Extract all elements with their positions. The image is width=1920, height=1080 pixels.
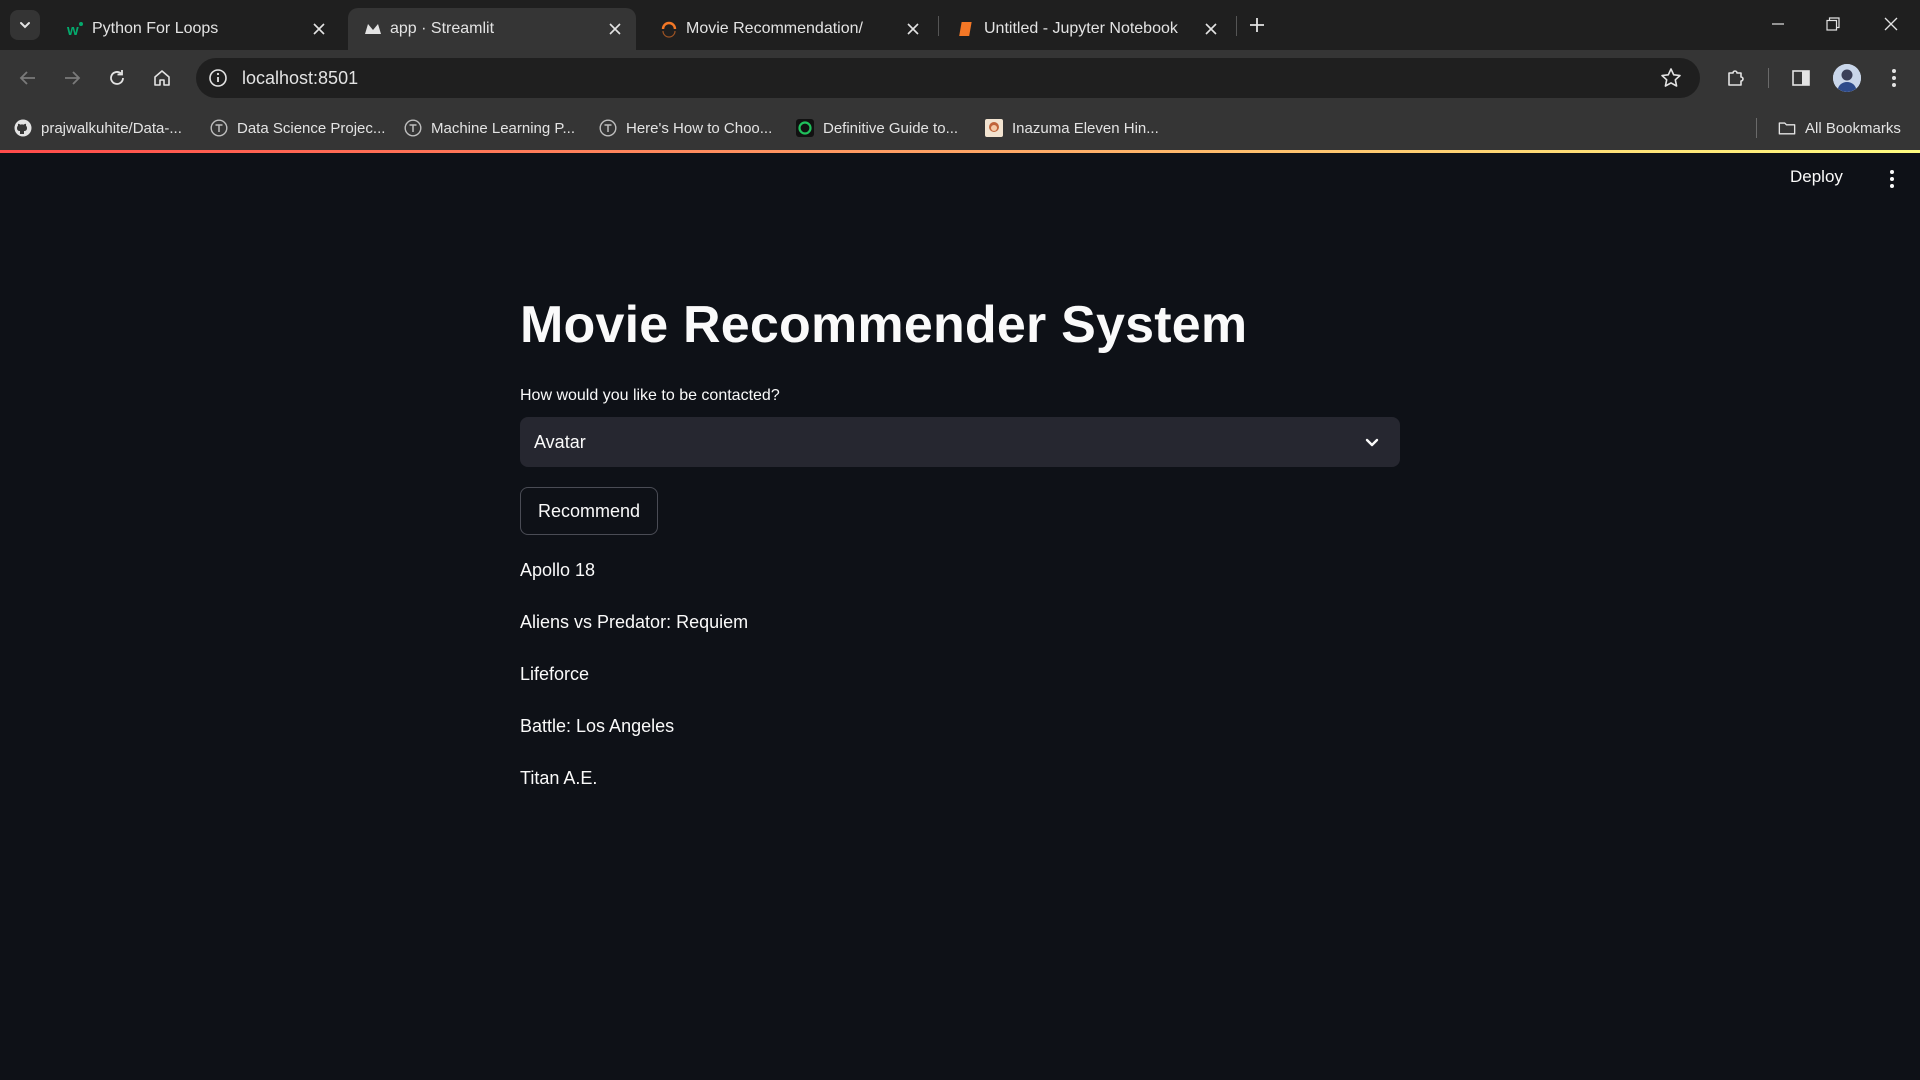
minimize-button[interactable]: [1760, 8, 1796, 40]
list-item: Apollo 18: [520, 560, 596, 580]
tab-title: app · Streamlit: [390, 20, 495, 37]
tab-jupyter-notebook[interactable]: Untitled - Jupyter Notebook: [942, 8, 1232, 50]
bookmark-label: Inazuma Eleven Hin...: [1012, 119, 1159, 137]
streamlit-app: Deploy Movie Recommender System How woul…: [0, 153, 1920, 1080]
tab-search-button[interactable]: [10, 10, 40, 40]
restore-button[interactable]: [1815, 8, 1851, 40]
app-main-menu-button[interactable]: [1880, 167, 1904, 191]
tab-title: Untitled - Jupyter Notebook: [984, 20, 1178, 37]
bookmark-data-science-projects[interactable]: Data Science Projec...: [210, 116, 385, 140]
bookmark-label: prajwalkuhite/Data-...: [41, 119, 182, 137]
movie-selectbox[interactable]: Avatar: [520, 417, 1400, 467]
restore-icon: [1826, 17, 1840, 31]
tab-python-for-loops[interactable]: w Python For Loops: [50, 8, 340, 50]
forward-button[interactable]: [56, 62, 88, 94]
tab-separator: [938, 16, 939, 36]
extensions-button[interactable]: [1720, 62, 1752, 94]
plus-icon: [1250, 18, 1264, 32]
all-bookmarks-label: All Bookmarks: [1805, 119, 1901, 137]
bookmark-definitive-guide[interactable]: Definitive Guide to...: [796, 116, 958, 140]
github-icon: [14, 119, 32, 137]
back-button[interactable]: [12, 62, 44, 94]
address-url[interactable]: localhost:8501: [242, 68, 358, 89]
tab-streamlit-app[interactable]: app · Streamlit: [348, 8, 636, 50]
close-icon[interactable]: [310, 20, 328, 38]
bookmark-label: Data Science Projec...: [237, 119, 386, 137]
jupyter-loading-icon: [660, 20, 678, 38]
browser-tab-strip: w Python For Loops app · Streamlit Movie…: [0, 0, 1920, 50]
tab-separator: [1236, 16, 1237, 36]
bookmark-machine-learning[interactable]: Machine Learning P...: [404, 116, 575, 140]
close-icon[interactable]: [1202, 20, 1220, 38]
close-window-button[interactable]: [1873, 8, 1909, 40]
bookmarks-bar: prajwalkuhite/Data-... Data Science Proj…: [0, 106, 1920, 150]
close-icon: [1884, 17, 1898, 31]
side-panel-button[interactable]: [1785, 62, 1817, 94]
browser-menu-button[interactable]: [1878, 62, 1910, 94]
new-tab-button[interactable]: [1244, 12, 1270, 38]
minimize-icon: [1772, 23, 1784, 25]
chevron-down-icon: [20, 22, 30, 29]
bookmark-inazuma-eleven[interactable]: Inazuma Eleven Hin...: [985, 116, 1159, 140]
tab-title: Movie Recommendation/: [686, 20, 863, 37]
bookmark-how-to-choose[interactable]: Here's How to Choo...: [599, 116, 772, 140]
browser-toolbar: localhost:8501: [0, 50, 1920, 106]
puzzle-icon: [1728, 70, 1744, 86]
kebab-menu-icon: [1890, 170, 1894, 188]
image-thumbnail-icon: [985, 119, 1003, 137]
bookmark-star-icon[interactable]: [1660, 67, 1682, 89]
all-bookmarks-button[interactable]: All Bookmarks: [1778, 116, 1901, 140]
close-icon[interactable]: [904, 20, 922, 38]
list-item: Titan A.E.: [520, 768, 598, 788]
side-panel-icon: [1792, 70, 1810, 86]
bookmark-label: Definitive Guide to...: [823, 119, 959, 137]
jupyter-book-icon: [958, 20, 976, 38]
list-item: Aliens vs Predator: Requiem: [520, 612, 749, 632]
svg-text:w: w: [66, 22, 79, 38]
site-info-icon[interactable]: [206, 66, 230, 90]
home-button[interactable]: [146, 62, 178, 94]
t-circle-icon: [599, 119, 617, 137]
tab-movie-recommendation[interactable]: Movie Recommendation/: [644, 8, 934, 50]
tab-title: Python For Loops: [92, 20, 219, 37]
w3schools-icon: w: [66, 20, 84, 38]
streamlit-crown-icon: [364, 20, 382, 38]
page-title: Movie Recommender System: [520, 296, 1248, 354]
profile-avatar[interactable]: [1833, 64, 1861, 92]
bookmark-label: Machine Learning P...: [431, 119, 575, 137]
kebab-menu-icon: [1892, 69, 1896, 87]
reload-icon: [110, 70, 124, 85]
bookmarks-divider: [1756, 118, 1757, 138]
arrow-right-icon: [65, 71, 81, 85]
list-item: Battle: Los Angeles: [520, 716, 675, 736]
bookmark-label: Here's How to Choo...: [626, 119, 773, 137]
arrow-left-icon: [19, 71, 35, 85]
address-bar[interactable]: localhost:8501: [196, 58, 1700, 98]
t-circle-icon: [210, 119, 228, 137]
home-icon: [154, 70, 170, 86]
t-circle-icon: [404, 119, 422, 137]
deploy-button[interactable]: Deploy: [1790, 167, 1843, 187]
list-item: Lifeforce: [520, 664, 590, 684]
reload-button[interactable]: [101, 62, 133, 94]
bookmark-github[interactable]: prajwalkuhite/Data-...: [14, 116, 182, 140]
select-label: How would you like to be contacted?: [520, 387, 780, 404]
close-icon[interactable]: [606, 20, 624, 38]
folder-icon: [1778, 119, 1796, 137]
recommend-button[interactable]: Recommend: [520, 487, 658, 535]
green-ring-icon: [796, 119, 814, 137]
recommendation-list: Apollo 18 Aliens vs Predator: Requiem Li…: [520, 559, 748, 819]
selectbox-value: Avatar: [534, 432, 586, 452]
chevron-down-icon[interactable]: [1362, 432, 1382, 452]
toolbar-divider: [1768, 68, 1769, 88]
